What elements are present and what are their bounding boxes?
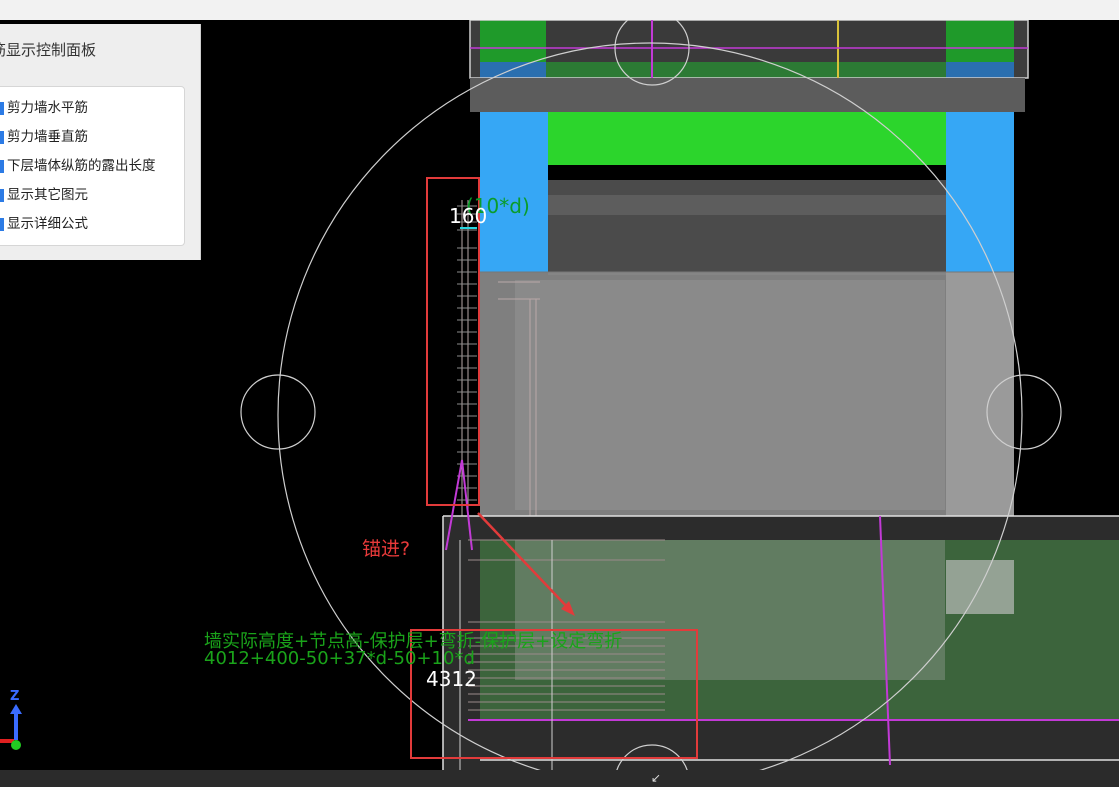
option-label: 下层墙体纵筋的露出长度: [7, 158, 156, 174]
anchor-question-note: 锚进?: [362, 538, 411, 560]
z-axis-label: Z: [10, 689, 20, 704]
checkbox-icon[interactable]: [0, 188, 4, 202]
option-label: 显示详细公式: [7, 216, 88, 232]
status-bar: [0, 770, 1119, 787]
option-label: 显示其它图元: [7, 187, 88, 203]
right-column: [946, 112, 1014, 272]
option-show-detailed-formula[interactable]: 显示详细公式: [0, 213, 88, 235]
option-shear-wall-horizontal-rebar[interactable]: 剪力墙水平筋: [0, 97, 88, 119]
beam-band: [470, 78, 1025, 112]
checkbox-icon[interactable]: [0, 101, 4, 115]
left-column: [480, 112, 548, 272]
checkbox-icon[interactable]: [0, 217, 4, 231]
option-shear-wall-vertical-rebar[interactable]: 剪力墙垂直筋: [0, 126, 88, 148]
top-toolbar: [0, 0, 1119, 20]
rebar-display-control-panel: 筋显示控制面板 剪力墙水平筋 剪力墙垂直筋 下层墙体纵筋的露出长度 显示其它图元…: [0, 24, 201, 260]
panel-title: 筋显示控制面板: [0, 41, 97, 59]
panel-options-box: 剪力墙水平筋 剪力墙垂直筋 下层墙体纵筋的露出长度 显示其它图元 显示详细公式: [0, 86, 185, 246]
option-lower-wall-rebar-exposed-length[interactable]: 下层墙体纵筋的露出长度: [0, 155, 156, 177]
axis-gizmo-icon: [0, 704, 22, 750]
green-rebar-band: [548, 112, 946, 165]
formula-values: 4012+400-50+37*d-50+10*d: [204, 648, 475, 669]
option-show-other-elements[interactable]: 显示其它图元: [0, 184, 88, 206]
option-label: 剪力墙垂直筋: [7, 129, 88, 145]
checkbox-icon[interactable]: [0, 130, 4, 144]
bottom-dimension-label: 4312: [426, 667, 477, 691]
resize-arrow-icon[interactable]: ↙: [651, 771, 661, 785]
option-label: 剪力墙水平筋: [7, 100, 88, 116]
top-dimension-label: 160: [449, 204, 488, 228]
checkbox-icon[interactable]: [0, 159, 4, 173]
